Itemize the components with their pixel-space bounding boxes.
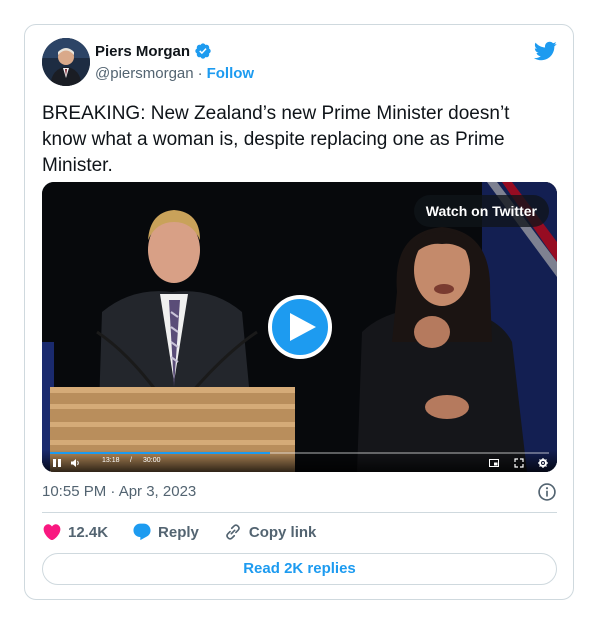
tweet-text: BREAKING: New Zealand’s new Prime Minist… — [42, 103, 510, 176]
video-progress-fill — [50, 452, 270, 454]
author-name-row: Piers Morgan — [95, 42, 212, 60]
verified-badge-icon — [195, 43, 211, 59]
pause-icon[interactable] — [52, 458, 62, 468]
fullscreen-icon[interactable] — [514, 458, 524, 468]
volume-icon[interactable] — [70, 458, 80, 468]
avatar-image — [42, 38, 90, 86]
video-current-time: 13:18 — [102, 457, 120, 464]
divider — [42, 512, 557, 513]
reply-label: Reply — [158, 523, 199, 541]
info-icon[interactable] — [537, 482, 557, 502]
tweet-actions: 12.4K Reply Copy link — [42, 522, 340, 542]
author-handle[interactable]: @piersmorgan — [95, 65, 194, 82]
picture-in-picture-icon[interactable] — [489, 458, 499, 468]
author-display-name[interactable]: Piers Morgan — [95, 43, 190, 60]
video-controls: 13:18 / 30:00 — [42, 450, 557, 472]
copy-link-button[interactable]: Copy link — [223, 522, 317, 542]
author-avatar[interactable] — [42, 38, 90, 86]
follow-button[interactable]: Follow — [207, 65, 255, 82]
like-button[interactable]: 12.4K — [42, 522, 108, 542]
like-count: 12.4K — [68, 523, 109, 541]
handle-separator: · — [197, 65, 203, 82]
author-handle-row: @piersmorgan · Follow — [95, 65, 254, 82]
settings-gear-icon[interactable] — [538, 458, 548, 468]
tweet-card: Piers Morgan @piersmorgan · Follow BREAK… — [24, 24, 574, 600]
twitter-bird-icon[interactable] — [533, 39, 557, 63]
play-icon — [289, 313, 316, 341]
tweet-timestamp[interactable]: 10:55 PM · Apr 3, 2023 — [42, 483, 196, 500]
link-icon — [226, 524, 240, 540]
video-total-time: 30:00 — [143, 457, 161, 464]
watch-on-twitter-button[interactable]: Watch on Twitter — [413, 195, 549, 227]
video-player[interactable]: Watch on Twitter 13:18 / 30:00 — [42, 182, 557, 472]
copy-link-label: Copy link — [248, 523, 317, 541]
heart-icon — [43, 524, 61, 541]
reply-bubble-icon — [133, 523, 151, 541]
video-time-separator: / — [130, 457, 132, 464]
video-progress-bar[interactable] — [50, 452, 549, 454]
play-button[interactable] — [268, 295, 332, 359]
read-replies-button[interactable]: Read 2K replies — [42, 553, 557, 585]
reply-button[interactable]: Reply — [132, 522, 199, 542]
